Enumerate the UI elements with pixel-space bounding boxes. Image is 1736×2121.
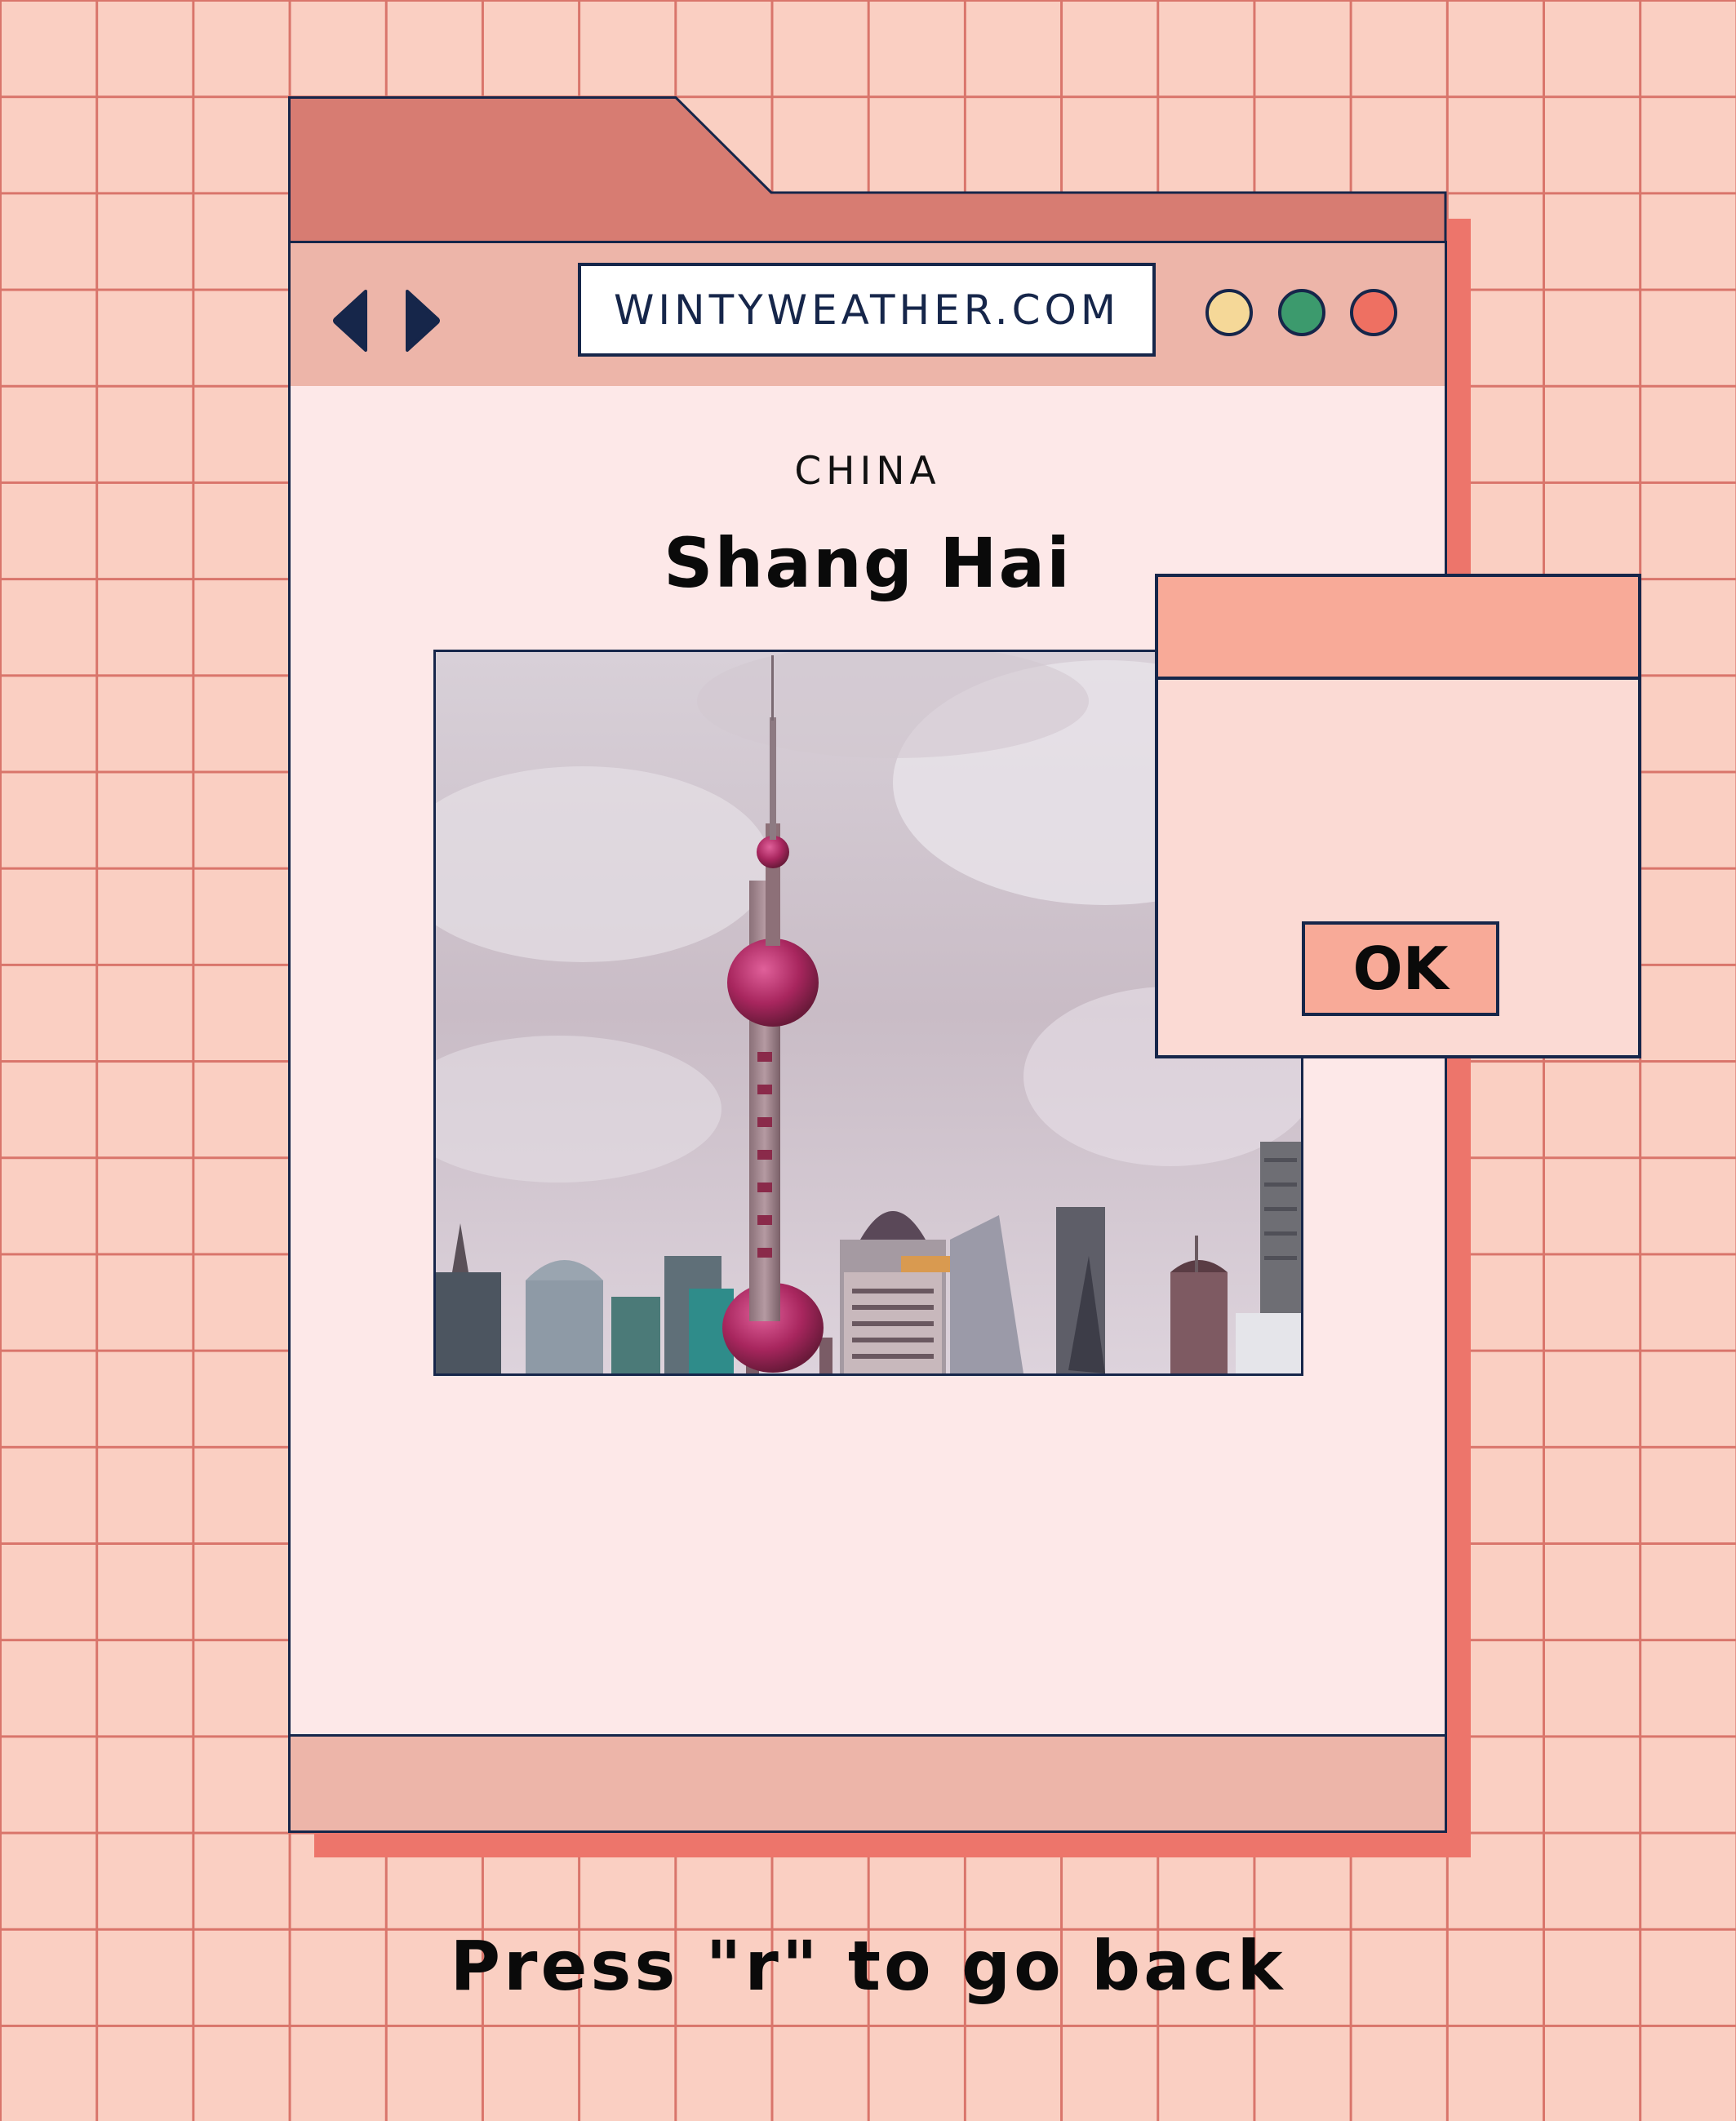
window-tab: [288, 96, 1447, 243]
back-hint: Press "r" to go back: [450, 1926, 1286, 2006]
minimize-button[interactable]: [1205, 289, 1253, 336]
maximize-button[interactable]: [1278, 289, 1325, 336]
forward-arrow-icon[interactable]: [402, 288, 443, 353]
dialog-titlebar[interactable]: [1158, 577, 1638, 680]
ok-button[interactable]: OK: [1302, 921, 1499, 1016]
country-label: CHINA: [794, 449, 941, 494]
browser-toolbar: WINTYWEATHER.COM: [288, 241, 1447, 388]
browser-footer: [288, 1734, 1447, 1833]
close-button[interactable]: [1350, 289, 1397, 336]
back-arrow-icon[interactable]: [330, 288, 371, 353]
dialog-window: OK: [1155, 574, 1641, 1058]
url-field[interactable]: WINTYWEATHER.COM: [578, 263, 1156, 357]
